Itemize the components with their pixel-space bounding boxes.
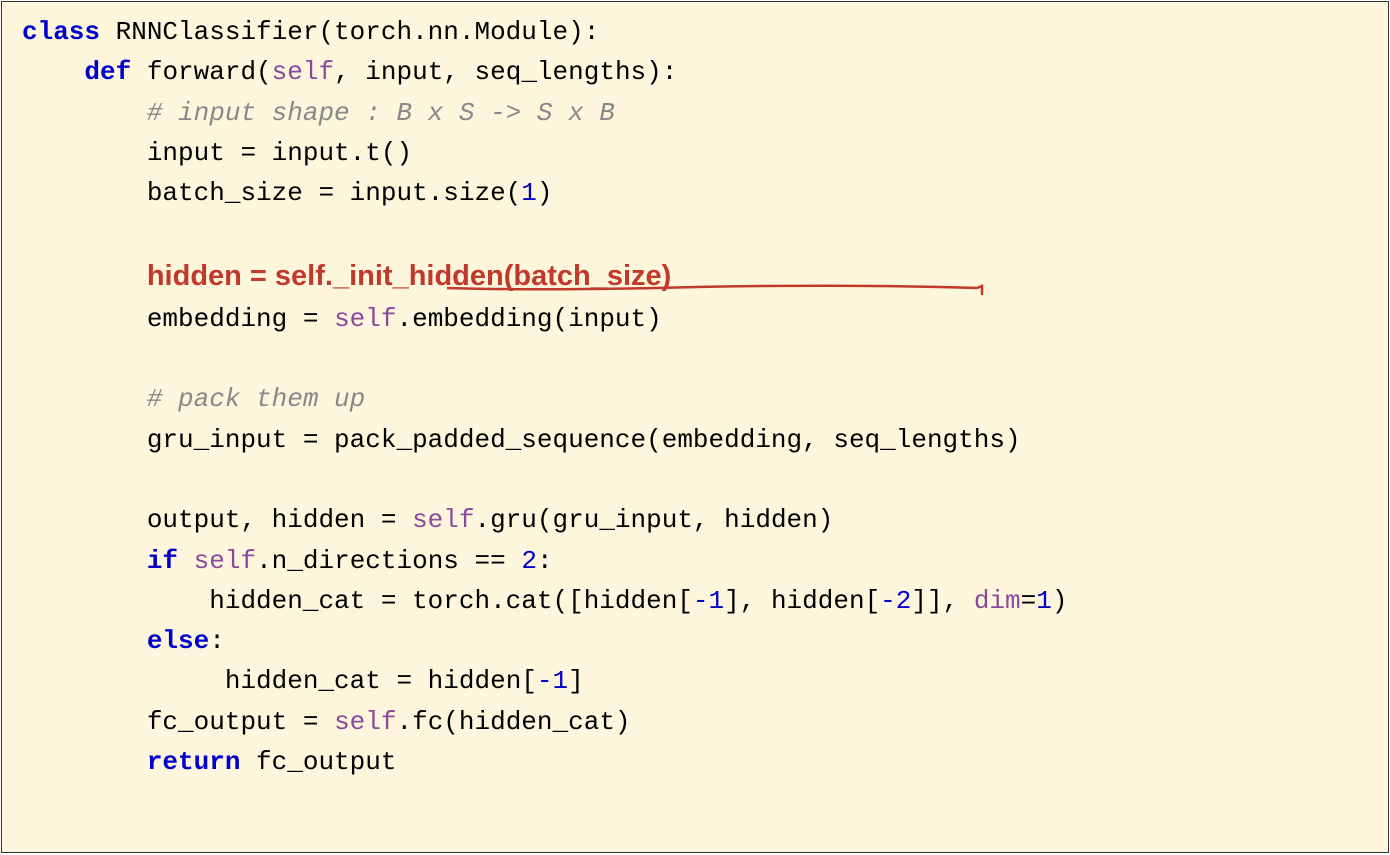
code-line: hidden_cat = hidden[: [225, 666, 537, 696]
keyword-class: class: [22, 17, 100, 47]
highlight-text: hidden = self._init_hidden(batch_size): [147, 260, 672, 292]
self-ref: self: [334, 707, 396, 737]
keyword-def: def: [84, 57, 131, 87]
self-param: self: [272, 57, 334, 87]
self-ref: self: [412, 505, 474, 535]
number-literal: 1: [521, 178, 537, 208]
keyword-return: return: [147, 747, 241, 777]
class-name: RNNClassifier(torch.nn.Module):: [100, 17, 599, 47]
self-ref: self: [334, 304, 396, 334]
keyword-else: else: [147, 626, 209, 656]
fn-params: , input, seq_lengths):: [334, 57, 677, 87]
code-line: ): [1052, 586, 1068, 616]
code-line: batch_size = input.size(: [147, 178, 521, 208]
code-line: =: [1021, 586, 1037, 616]
code-line: .embedding(input): [396, 304, 661, 334]
code-line: ], hidden[: [724, 586, 880, 616]
comment-shape: # input shape : B x S -> S x B: [147, 98, 615, 128]
code-line: output, hidden =: [147, 505, 412, 535]
comment-pack: # pack them up: [147, 384, 365, 414]
code-block: class RNNClassifier(torch.nn.Module): de…: [1, 1, 1389, 853]
keyword-if: if: [147, 546, 178, 576]
code-line: input = input.t(): [147, 138, 412, 168]
code-line: .gru(gru_input, hidden): [475, 505, 834, 535]
number-literal: 2: [521, 546, 537, 576]
code-line: .fc(hidden_cat): [396, 707, 630, 737]
code-line: ]],: [911, 586, 973, 616]
highlighted-line: hidden = self._init_hidden(batch_size): [147, 254, 672, 299]
code-line: :: [209, 626, 225, 656]
code-line: embedding =: [147, 304, 334, 334]
code-line: hidden_cat = torch.cat([hidden[: [209, 586, 693, 616]
function-name: forward(: [131, 57, 271, 87]
number-literal: -1: [693, 586, 724, 616]
code-line: fc_output: [240, 747, 396, 777]
code-line: gru_input = pack_padded_sequence(embeddi…: [147, 425, 1021, 455]
code-line: ]: [568, 666, 584, 696]
code-line: fc_output =: [147, 707, 334, 737]
code-line: :: [537, 546, 553, 576]
kwarg-dim: dim: [974, 586, 1021, 616]
number-literal: -2: [880, 586, 911, 616]
number-literal: 1: [1036, 586, 1052, 616]
code-line: ): [537, 178, 553, 208]
self-ref: self: [194, 546, 256, 576]
code-line: .n_directions ==: [256, 546, 521, 576]
code-line: [178, 546, 194, 576]
number-literal: -1: [537, 666, 568, 696]
